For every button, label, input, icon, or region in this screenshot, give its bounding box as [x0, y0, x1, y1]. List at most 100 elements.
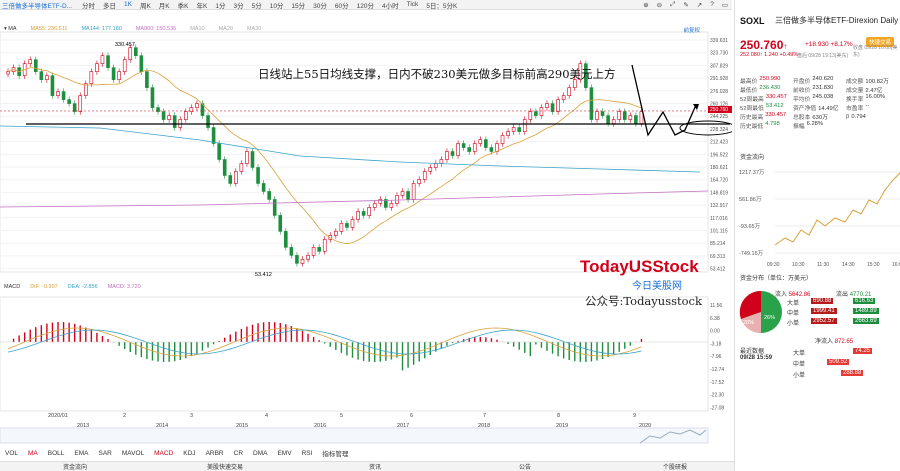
candle: [461, 143, 466, 148]
footer-tab-3[interactable]: 公告: [450, 462, 600, 471]
footer-tab-0[interactable]: 资金流向: [0, 462, 150, 471]
stat-cell: β 0.794: [846, 113, 866, 120]
candle: [472, 143, 477, 152]
candle: [522, 119, 527, 132]
indicator-tab-boll[interactable]: BOLL: [43, 450, 70, 457]
x-tick: 9: [633, 413, 636, 419]
candle: [634, 115, 638, 124]
candle: [134, 47, 138, 56]
candle: [528, 111, 533, 120]
y-tick: 164.720: [710, 178, 728, 184]
y-tick: 244.225: [710, 114, 728, 120]
dist-label: 大单: [787, 301, 800, 307]
macd-title[interactable]: MACD: [4, 284, 20, 290]
candle: [272, 199, 277, 216]
flow-line: [774, 172, 900, 246]
candle: [206, 115, 210, 128]
x-tick: 2020/01: [48, 413, 68, 419]
candle: [367, 207, 371, 216]
flow-time: 11:30: [817, 262, 829, 268]
macd-y-tick: -17.52: [710, 380, 724, 386]
footer-tab-2[interactable]: 资讯: [300, 462, 450, 471]
candle: [250, 151, 255, 168]
candle: [422, 171, 427, 180]
candle: [406, 191, 410, 200]
indicator-tab-dma[interactable]: DMA: [248, 450, 272, 457]
y-tick: 180.621: [710, 165, 728, 171]
candle: [567, 87, 572, 96]
stats-table: 最高价 250.990 开盘价 240.620 成交额 100.82万 最低价 236.430…: [740, 76, 900, 130]
candle: [378, 199, 383, 204]
indicator-tab-emv[interactable]: EMV: [272, 450, 296, 457]
dist-label: 小单: [787, 321, 800, 327]
candle: [511, 127, 516, 132]
ma-toggle[interactable]: ▾ MA: [4, 26, 17, 34]
y-tick: 307.829: [710, 63, 728, 69]
candle: [117, 71, 121, 80]
recent-val: 509.52: [827, 359, 850, 365]
x-tick: 2: [123, 413, 126, 419]
stats-row: 历史最高 330.457 总股本 630万 β 0.794: [740, 112, 900, 121]
candle: [150, 87, 155, 108]
candle: [334, 231, 338, 236]
stat-cell: 52周最低 53.412: [740, 103, 784, 112]
indicator-tab-mavol[interactable]: MAVOL: [117, 450, 149, 457]
dist-in: 1999.41: [811, 308, 837, 314]
indicator-tab-rsi[interactable]: RSI: [297, 450, 318, 457]
candle: [395, 195, 399, 204]
macd-y-tick: -27.08: [710, 405, 724, 411]
candle: [545, 103, 549, 108]
candle: [556, 99, 560, 112]
candle: [550, 103, 555, 112]
indicator-tab-指标管理[interactable]: 指标管理: [317, 448, 353, 458]
y-tick: 101.115: [710, 229, 728, 235]
stat-cell: 历史最低 4.798: [740, 121, 780, 130]
candle: [145, 71, 149, 88]
candle: [50, 75, 55, 96]
candle: [228, 175, 233, 184]
candle: [595, 111, 599, 120]
indicator-tab-macd[interactable]: MACD: [149, 450, 178, 457]
candle: [517, 127, 522, 132]
indicator-tab-vol[interactable]: VOL: [0, 450, 23, 457]
indicator-tab-kdj[interactable]: KDJ: [178, 450, 200, 457]
candle: [128, 47, 133, 60]
candle: [400, 191, 405, 196]
indicator-tab-arbr[interactable]: ARBR: [201, 450, 229, 457]
stat-cell: 前收价 231.830: [793, 85, 834, 94]
dist-out: 2663.69: [853, 318, 879, 324]
y-tick: 85.214: [710, 241, 726, 247]
stat-cell: 52周最高 330.457: [740, 94, 787, 103]
candle: [411, 183, 416, 200]
close-time: 收盘 09/28 16:00(美东): [853, 45, 898, 58]
footer-tab-1[interactable]: 美股快速交易: [150, 462, 300, 471]
indicator-tab-cr[interactable]: CR: [229, 450, 248, 457]
candle: [317, 247, 321, 252]
dist-in: 2952.57: [811, 318, 837, 324]
y-tick: 323.730: [710, 51, 728, 57]
candle: [139, 55, 144, 72]
flow-tick: 561.86万: [739, 196, 762, 203]
y-tick: 276.028: [710, 89, 728, 95]
footer-tab-4[interactable]: 个股研报: [600, 462, 750, 471]
candle: [89, 71, 94, 84]
candle: [372, 203, 377, 208]
indicator-tab-ma[interactable]: MA: [23, 450, 43, 457]
candle: [111, 67, 116, 80]
candle: [339, 223, 344, 232]
quote-panel: SOXL 三倍做多半导体ETF-Direxion Daily 250.760↑ …: [734, 0, 900, 471]
rights-toggle[interactable]: 前复权: [683, 26, 700, 34]
recent-label: 中单: [793, 362, 806, 368]
candle: [600, 111, 605, 116]
candle: [445, 151, 449, 160]
candle: [56, 91, 60, 96]
indicator-tab-sar[interactable]: SAR: [93, 450, 116, 457]
macd-value-label: MACD: 3.720: [107, 284, 141, 290]
stat-cell: 振幅 6.28%: [793, 121, 824, 130]
candle: [33, 59, 38, 72]
indicator-tab-ema[interactable]: EMA: [69, 450, 93, 457]
flow-time: 15:30: [867, 262, 880, 268]
candle: [356, 211, 360, 220]
analysis-annotation: 日线站上55日均线支撑，日内不破230美元做多目标前高290美元上方: [258, 67, 616, 81]
macd-y-tick: -7.96: [710, 354, 722, 360]
